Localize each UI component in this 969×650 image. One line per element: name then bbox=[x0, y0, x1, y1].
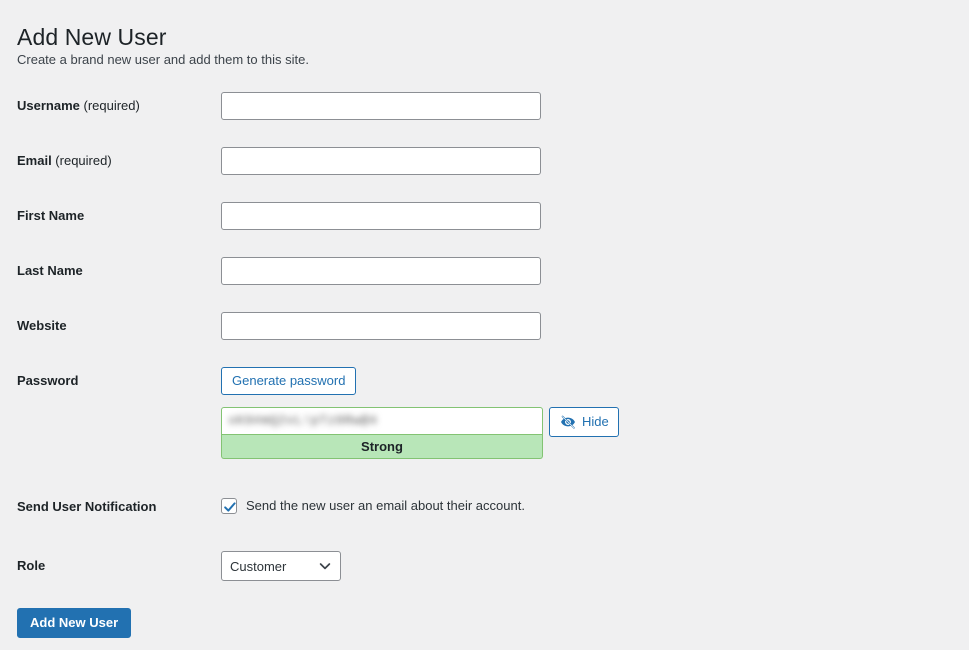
password-strength-indicator: Strong bbox=[221, 435, 543, 459]
form-row-send-notification: Send User Notification Send the new user… bbox=[0, 485, 969, 540]
role-selected-value: Customer bbox=[230, 558, 287, 574]
first-name-label: First Name bbox=[17, 208, 85, 223]
email-field-wrap bbox=[221, 147, 541, 175]
role-select[interactable]: Customer bbox=[221, 551, 341, 581]
send-notification-checkbox[interactable] bbox=[221, 498, 237, 514]
password-masked-value: xK9#mQ2vL!pTz8Rw@4 bbox=[228, 413, 378, 428]
username-label-text: Username bbox=[17, 98, 80, 113]
last-name-field-wrap bbox=[221, 257, 541, 285]
password-field-group: xK9#mQ2vL!pTz8Rw@4 Strong Hide bbox=[221, 407, 619, 459]
website-label: Website bbox=[17, 318, 67, 333]
eye-slash-icon bbox=[559, 414, 577, 430]
hide-password-label: Hide bbox=[582, 414, 609, 429]
email-label: Email (required) bbox=[17, 153, 112, 168]
first-name-input[interactable] bbox=[221, 202, 541, 230]
generate-password-button[interactable]: Generate password bbox=[221, 367, 357, 395]
last-name-input[interactable] bbox=[221, 257, 541, 285]
username-label: Username (required) bbox=[17, 98, 140, 113]
form-row-website: Website bbox=[0, 304, 969, 359]
form-row-password: Password Generate password xK9#mQ2vL!pTz… bbox=[0, 359, 969, 485]
add-user-form: Username (required) Email (required) Fir… bbox=[0, 84, 969, 598]
username-input[interactable] bbox=[221, 92, 541, 120]
page-title: Add New User bbox=[17, 24, 167, 51]
email-required-suffix: (required) bbox=[51, 153, 112, 168]
page-subtitle: Create a brand new user and add them to … bbox=[17, 52, 309, 67]
email-label-text: Email bbox=[17, 153, 52, 168]
send-notification-checkbox-label: Send the new user an email about their a… bbox=[246, 498, 525, 513]
password-input[interactable]: xK9#mQ2vL!pTz8Rw@4 bbox=[221, 407, 543, 435]
hide-password-button[interactable]: Hide bbox=[549, 407, 619, 437]
password-label: Password bbox=[17, 373, 79, 388]
form-row-last-name: Last Name bbox=[0, 249, 969, 304]
username-field-wrap bbox=[221, 92, 541, 120]
first-name-field-wrap bbox=[221, 202, 541, 230]
last-name-label: Last Name bbox=[17, 263, 83, 278]
role-label: Role bbox=[17, 558, 46, 573]
generate-password-wrap: Generate password bbox=[221, 367, 357, 395]
form-row-username: Username (required) bbox=[0, 84, 969, 139]
add-new-user-submit-button[interactable]: Add New User bbox=[17, 608, 132, 638]
send-notification-label: Send User Notification bbox=[17, 499, 157, 514]
form-row-first-name: First Name bbox=[0, 194, 969, 249]
chevron-down-icon bbox=[318, 559, 332, 573]
send-notification-checkbox-wrap: Send the new user an email about their a… bbox=[221, 497, 525, 515]
form-row-email: Email (required) bbox=[0, 139, 969, 194]
username-required-suffix: (required) bbox=[79, 98, 140, 113]
website-field-wrap bbox=[221, 312, 541, 340]
website-input[interactable] bbox=[221, 312, 541, 340]
email-input[interactable] bbox=[221, 147, 541, 175]
submit-area: Add New User bbox=[17, 608, 132, 638]
password-input-and-strength: xK9#mQ2vL!pTz8Rw@4 Strong bbox=[221, 407, 543, 459]
form-row-role: Role Customer bbox=[0, 540, 969, 598]
add-new-user-page: Add New User Create a brand new user and… bbox=[0, 0, 969, 650]
